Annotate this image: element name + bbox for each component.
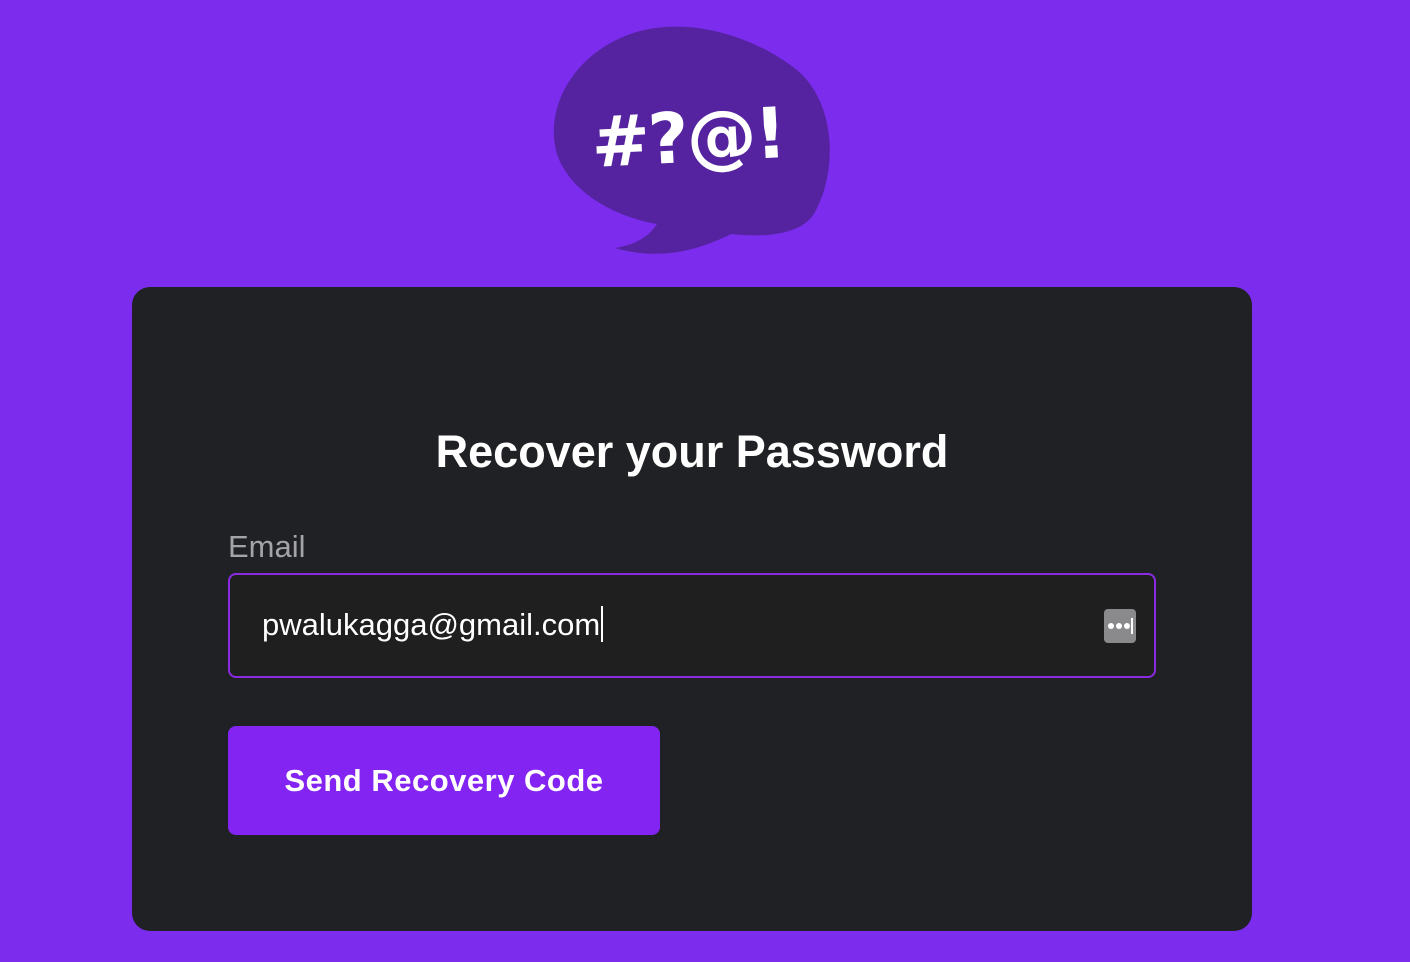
- text-cursor: [601, 606, 604, 642]
- send-recovery-code-button[interactable]: Send Recovery Code: [228, 726, 660, 835]
- password-key-icon[interactable]: [1104, 609, 1136, 643]
- email-field[interactable]: pwalukagga@gmail.com: [228, 573, 1156, 678]
- email-label: Email: [228, 529, 306, 564]
- email-input-value[interactable]: pwalukagga@gmail.com: [262, 605, 604, 645]
- logo-text: #?@!: [589, 92, 787, 184]
- recover-password-page: #?@! Recover your Password Email pwaluka…: [0, 0, 1410, 962]
- speech-bubble-logo: #?@!: [553, 22, 835, 258]
- page-title: Recover your Password: [435, 426, 949, 477]
